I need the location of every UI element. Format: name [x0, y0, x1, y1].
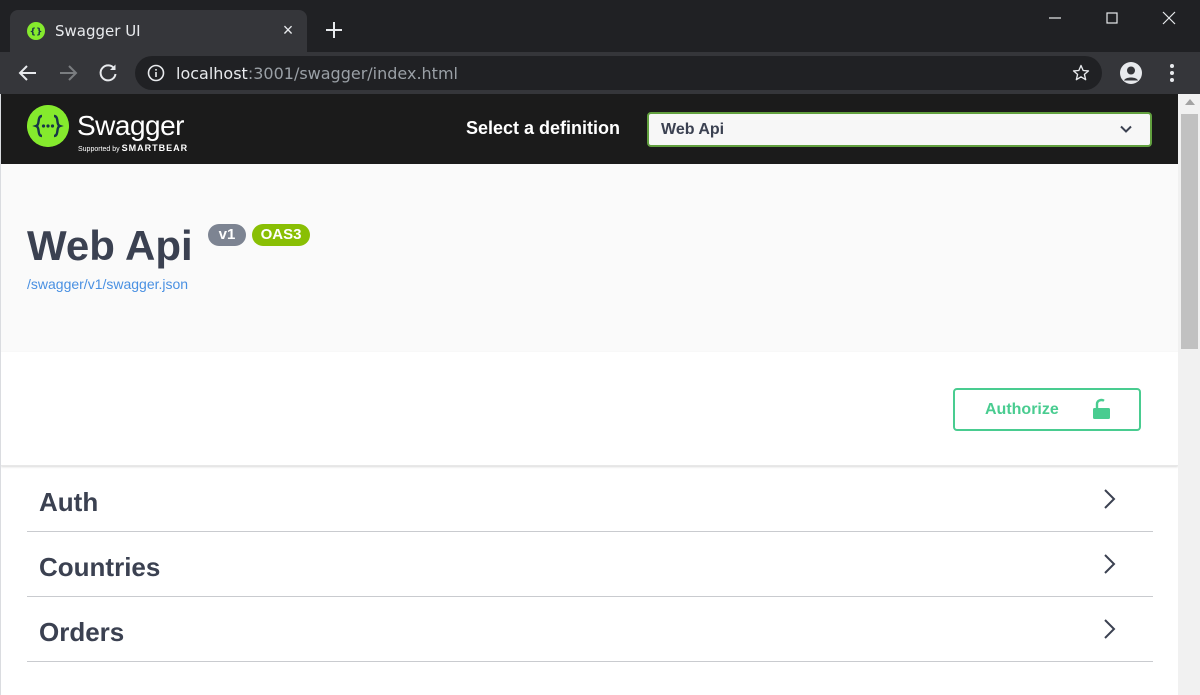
scrollbar-thumb[interactable]: [1181, 114, 1198, 349]
definition-select[interactable]: Web Api: [647, 112, 1152, 147]
tagline-prefix: Supported by: [78, 146, 120, 153]
swagger-logo-icon: [27, 105, 69, 147]
back-arrow-icon[interactable]: [16, 61, 40, 85]
definition-label: Select a definition: [466, 118, 621, 138]
browser-menu-icon[interactable]: [1160, 61, 1184, 85]
url-path: :3001/swagger/index.html: [247, 64, 458, 83]
vertical-scrollbar[interactable]: [1178, 94, 1200, 695]
bookmark-star-icon[interactable]: [1071, 63, 1091, 83]
url-host: localhost: [176, 64, 248, 83]
browser-chrome: {} Swagger UI × localhost:3001/swagger/i…: [0, 0, 1200, 94]
close-window-icon[interactable]: [1154, 6, 1184, 30]
swagger-logo[interactable]: Swagger Supported by SMARTBEAR: [27, 105, 207, 153]
operation-tags: Auth Countries Orders: [27, 467, 1153, 662]
url-text: localhost:3001/swagger/index.html: [176, 64, 458, 83]
tag-section-orders[interactable]: Orders: [27, 597, 1153, 662]
scroll-up-arrow-icon[interactable]: [1185, 99, 1195, 105]
tab-strip: {} Swagger UI ×: [0, 0, 1200, 52]
minimize-icon[interactable]: [1040, 6, 1070, 30]
scheme-container: Authorize: [1, 352, 1178, 466]
tag-name: Countries: [39, 552, 161, 582]
spec-json-link[interactable]: /swagger/v1/swagger.json: [27, 276, 188, 292]
definition-selected-value: Web Api: [661, 121, 725, 138]
authorize-button[interactable]: Authorize: [953, 388, 1141, 431]
reload-icon[interactable]: [96, 61, 120, 85]
swagger-tagline: Supported by SMARTBEAR: [78, 143, 188, 153]
chevron-right-icon[interactable]: [1099, 487, 1119, 511]
chevron-right-icon[interactable]: [1099, 552, 1119, 576]
address-bar[interactable]: localhost:3001/swagger/index.html: [135, 56, 1102, 90]
browser-tab[interactable]: {} Swagger UI ×: [10, 10, 307, 52]
swagger-favicon-icon: {}: [27, 22, 45, 40]
tab-title: Swagger UI: [55, 22, 141, 40]
api-info-section: Web Api v1 OAS3 /swagger/v1/swagger.json: [1, 164, 1178, 352]
tag-section-auth[interactable]: Auth: [27, 467, 1153, 532]
authorize-label: Authorize: [985, 401, 1059, 418]
version-badge: v1: [208, 224, 246, 246]
swagger-topbar: Swagger Supported by SMARTBEAR Select a …: [1, 94, 1178, 164]
new-tab-icon[interactable]: [322, 18, 346, 42]
page-viewport: Swagger Supported by SMARTBEAR Select a …: [0, 94, 1200, 695]
tag-name: Auth: [39, 487, 99, 517]
svg-text:{}: {}: [30, 28, 43, 38]
tag-name: Orders: [39, 617, 125, 647]
site-info-icon[interactable]: [147, 64, 165, 82]
maximize-icon[interactable]: [1097, 6, 1127, 30]
api-title: Web Api: [27, 222, 193, 269]
tagline-brand: SMARTBEAR: [121, 143, 189, 153]
oas-badge: OAS3: [252, 224, 310, 246]
swagger-wordmark: Swagger: [77, 110, 185, 141]
unlocked-lock-icon: [1093, 398, 1110, 419]
forward-arrow-icon[interactable]: [56, 61, 80, 85]
tag-section-countries[interactable]: Countries: [27, 532, 1153, 597]
profile-avatar-icon[interactable]: [1119, 61, 1143, 85]
browser-toolbar: localhost:3001/swagger/index.html: [0, 52, 1200, 94]
chevron-right-icon[interactable]: [1099, 617, 1119, 641]
chevron-down-icon: [1120, 125, 1132, 133]
tab-close-icon[interactable]: ×: [278, 20, 298, 40]
